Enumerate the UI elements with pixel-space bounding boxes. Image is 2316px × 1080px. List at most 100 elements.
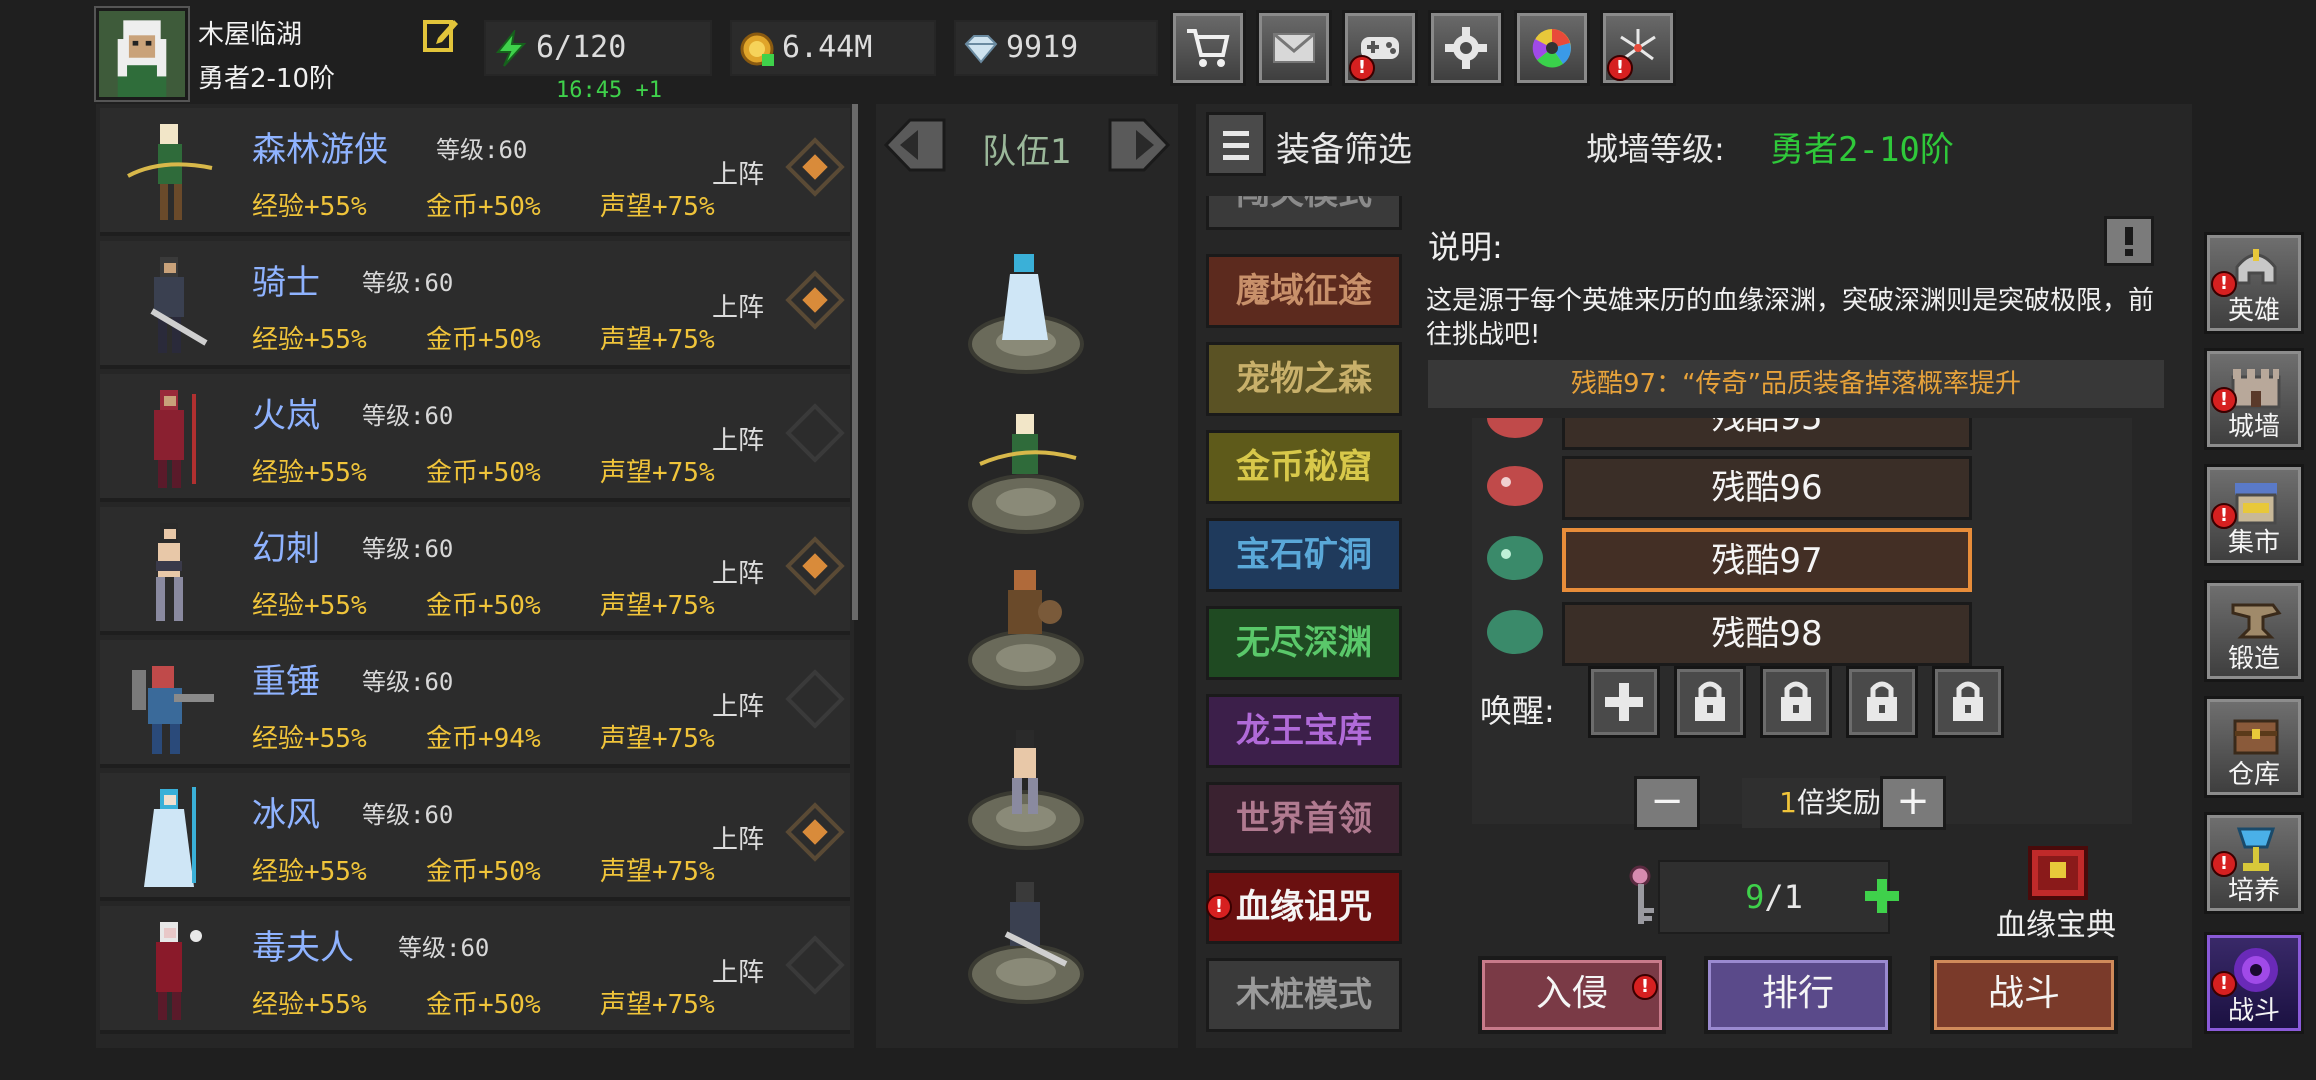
hero-fame-bonus: 声望+75% (600, 325, 715, 355)
hero-level: 等级:60 (362, 402, 454, 430)
description-title: 说明: (1428, 228, 1503, 266)
hero-row-knight[interactable]: 骑士 等级:60 经验+55% 金币+50% 声望+75% 上阵 (100, 241, 850, 369)
energy-value: 6/120 (536, 30, 627, 65)
mode-demon-realm[interactable]: 魔域征途 (1206, 254, 1402, 328)
shop-button[interactable] (1170, 10, 1246, 86)
awaken-slot-locked[interactable] (1760, 666, 1832, 738)
equipment-filter-label[interactable]: 装备筛选 (1276, 122, 1412, 171)
difficulty-list[interactable]: 残酷95 残酷96 残酷97 残酷98 (1472, 418, 2132, 824)
deploy-toggle[interactable] (785, 669, 845, 729)
gem-counter: 9919 (954, 20, 1158, 76)
equipment-filter-button[interactable] (1206, 112, 1266, 176)
mode-list[interactable]: 闯关模式 魔域征途 宠物之森 金币秘窟 宝石矿洞 无尽深渊 龙王宝库 世界首领 … (1196, 196, 1408, 1048)
alert-badge: ! (1206, 894, 1232, 920)
deploy-label: 上阵 (712, 825, 765, 855)
player-avatar[interactable] (94, 6, 190, 102)
battle-button[interactable]: 战斗 (1930, 956, 2118, 1034)
nav-label: 英雄 (2227, 296, 2280, 326)
hero-list-scrollbar[interactable] (852, 104, 858, 620)
mode-dragon-vault[interactable]: 龙王宝库 (1206, 694, 1402, 768)
nav-wall[interactable]: ! 城墙 (2204, 348, 2304, 450)
nav-battle[interactable]: ! 战斗 (2204, 932, 2304, 1034)
difficulty-item-selected[interactable]: 残酷97 (1562, 528, 1972, 592)
settings-button[interactable] (1428, 10, 1504, 86)
lock-icon (1781, 681, 1811, 721)
deploy-toggle[interactable] (785, 403, 845, 463)
next-team-arrow-icon[interactable] (1104, 110, 1174, 180)
mode-pet-forest[interactable]: 宠物之森 (1206, 342, 1402, 416)
deploy-toggle[interactable] (785, 137, 845, 197)
nav-market[interactable]: ! 集市 (2204, 464, 2304, 566)
mail-button[interactable] (1256, 10, 1332, 86)
team-slot-2[interactable] (966, 404, 1086, 534)
mode-blood-curse[interactable]: 血缘诅咒 (1206, 870, 1402, 944)
hero-gold-bonus: 金币+50% (426, 192, 541, 222)
awaken-slot-add[interactable] (1588, 666, 1660, 738)
gold-counter: 6.44M (730, 20, 936, 76)
deploy-toggle[interactable] (785, 802, 845, 862)
menu-icon-line (1223, 143, 1249, 148)
energy-counter: 6/120 (484, 20, 712, 76)
nav-forge[interactable]: 锻造 (2204, 580, 2304, 682)
nav-label: 集市 (2227, 528, 2280, 558)
hero-row-fire-storm[interactable]: 火岚 等级:60 经验+55% 金币+50% 声望+75% 上阵 (100, 374, 850, 502)
ticket-max: /1 (1764, 878, 1803, 916)
market-stall-icon (2235, 483, 2277, 525)
team-slot-5[interactable] (966, 874, 1086, 1004)
lock-icon (1867, 681, 1897, 721)
color-wheel-button[interactable] (1514, 10, 1590, 86)
player-rank: 勇者2-10阶 (198, 64, 336, 94)
blood-codex-label[interactable]: 血缘宝典 (1996, 900, 2116, 944)
awaken-slot-locked[interactable] (1932, 666, 2004, 738)
challenge-ticket-counter: 9/1 (1658, 860, 1890, 934)
hero-fame-bonus: 声望+75% (600, 591, 715, 621)
team-slot-4[interactable] (966, 720, 1086, 850)
ranking-button[interactable]: 排行 (1704, 956, 1892, 1034)
difficulty-item[interactable]: 残酷98 (1562, 602, 1972, 666)
mode-world-boss[interactable]: 世界首领 (1206, 782, 1402, 856)
nav-warehouse[interactable]: 仓库 (2204, 696, 2304, 798)
hero-fame-bonus: 声望+75% (600, 192, 715, 222)
blood-codex-book-icon[interactable] (2020, 842, 2100, 906)
difficulty-item[interactable]: 残酷96 (1562, 456, 1972, 520)
hero-fame-bonus: 声望+75% (600, 458, 715, 488)
mode-gold-cave[interactable]: 金币秘窟 (1206, 430, 1402, 504)
difficulty-item[interactable]: 残酷95 (1562, 418, 1972, 450)
team-slot-1[interactable] (966, 244, 1086, 374)
hero-exp-bonus: 经验+55% (252, 990, 367, 1020)
edit-icon[interactable] (422, 16, 460, 54)
helmet-icon (2235, 249, 2277, 285)
team-slot-3[interactable] (966, 560, 1086, 690)
mode-training-dummy[interactable]: 木桩模式 (1206, 958, 1402, 1032)
mode-endless-abyss[interactable]: 无尽深渊 (1206, 606, 1402, 680)
increase-multiplier-button[interactable]: + (1880, 776, 1946, 830)
awaken-slot-locked[interactable] (1846, 666, 1918, 738)
hero-row-forest-ranger[interactable]: 森林游侠 等级:60 经验+55% 金币+50% 声望+75% 上阵 (100, 108, 850, 236)
mode-gem-mine[interactable]: 宝石矿洞 (1206, 518, 1402, 592)
hero-row-phantom[interactable]: 幻刺 等级:60 经验+55% 金币+50% 声望+75% 上阵 (100, 507, 850, 635)
hero-row-ice-wind[interactable]: 冰风 等级:60 经验+55% 金币+50% 声望+75% 上阵 (100, 773, 850, 901)
hero-row-heavy-hammer[interactable]: 重锤 等级:60 经验+55% 金币+94% 声望+75% 上阵 (100, 640, 850, 768)
nav-heroes[interactable]: ! 英雄 (2204, 232, 2304, 334)
awaken-slot-locked[interactable] (1674, 666, 1746, 738)
alert-badge: ! (1349, 55, 1375, 81)
gamepad-button[interactable]: ! (1342, 10, 1418, 86)
hero-name: 骑士 (252, 263, 320, 303)
events-button[interactable]: ! (1600, 10, 1676, 86)
add-ticket-plus-icon[interactable] (1862, 876, 1902, 916)
deploy-toggle[interactable] (785, 536, 845, 596)
mode-stage[interactable]: 闯关模式 (1206, 196, 1402, 230)
knight-sprite-icon (150, 257, 208, 353)
nav-label: 锻造 (2227, 644, 2280, 674)
deploy-toggle[interactable] (785, 935, 845, 995)
deploy-toggle[interactable] (785, 270, 845, 330)
hero-fame-bonus: 声望+75% (600, 857, 715, 887)
hero-gold-bonus: 金币+50% (426, 591, 541, 621)
hero-row-poison-lady[interactable]: 毒夫人 等级:60 经验+55% 金币+50% 声望+75% 上阵 (100, 906, 850, 1034)
team-panel: 队伍1 (876, 104, 1178, 1048)
fire-mage-sprite-icon (154, 390, 196, 488)
help-button[interactable] (2104, 216, 2154, 266)
nav-cultivate[interactable]: ! 培养 (2204, 812, 2304, 914)
decrease-multiplier-button[interactable]: − (1634, 776, 1700, 830)
hero-gold-bonus: 金币+50% (426, 857, 541, 887)
